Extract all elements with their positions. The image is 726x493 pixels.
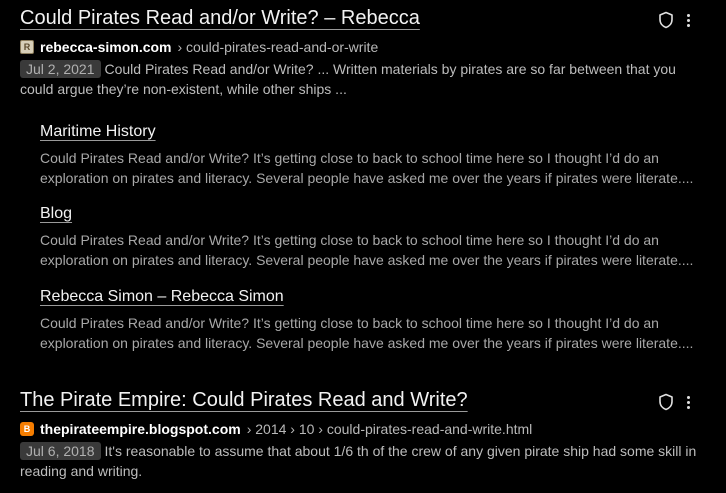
result-domain-link[interactable]: thepirateempire.blogspot.com (40, 421, 241, 437)
sitelink: Rebecca Simon – Rebecca Simon Could Pira… (40, 287, 700, 351)
date-badge: Jul 2, 2021 (20, 60, 101, 78)
blogger-favicon-icon: B (20, 422, 34, 436)
result-domain-link[interactable]: rebecca-simon.com (40, 39, 172, 55)
result-actions (658, 11, 690, 29)
sitelink-description: Could Pirates Read and/or Write? It’s ge… (40, 150, 694, 186)
more-options-icon[interactable] (686, 13, 690, 27)
more-options-icon[interactable] (686, 395, 690, 409)
sitelink-title-link[interactable]: Blog (40, 204, 72, 224)
search-result: Could Pirates Read and/or Write? – Rebec… (20, 6, 710, 366)
search-result: The Pirate Empire: Could Pirates Read an… (20, 388, 710, 493)
result-path: › 2014 › 10 › could-pirates-read-and-wri… (246, 421, 533, 437)
result-url: R rebecca-simon.com › could-pirates-read… (20, 39, 378, 55)
result-url: B thepirateempire.blogspot.com › 2014 › … (20, 421, 532, 437)
sitelink-title-link[interactable]: Rebecca Simon – Rebecca Simon (40, 287, 284, 307)
sitelink-description: Could Pirates Read and/or Write? It’s ge… (40, 315, 694, 351)
site-favicon-icon: R (20, 40, 34, 54)
result-title-link[interactable]: The Pirate Empire: Could Pirates Read an… (20, 388, 468, 412)
sitelink: Blog Could Pirates Read and/or Write? It… (40, 204, 700, 268)
result-snippet: Jul 6, 2018 It's reasonable to assume tha… (20, 441, 710, 481)
sitelink-description: Could Pirates Read and/or Write? It’s ge… (40, 232, 694, 268)
result-title-link[interactable]: Could Pirates Read and/or Write? – Rebec… (20, 6, 420, 30)
sitelink-title-link[interactable]: Maritime History (40, 122, 156, 142)
result-path: › could-pirates-read-and-or-write (177, 39, 379, 55)
snippet-text: It's reasonable to assume that about 1/6… (20, 443, 697, 479)
shield-icon[interactable] (658, 11, 674, 29)
result-snippet: Jul 2, 2021 Could Pirates Read and/or Wri… (20, 59, 710, 99)
sitelink: Maritime History Could Pirates Read and/… (40, 122, 700, 186)
result-actions (658, 393, 690, 411)
search-results-page: Could Pirates Read and/or Write? – Rebec… (0, 0, 726, 493)
shield-icon[interactable] (658, 393, 674, 411)
date-badge: Jul 6, 2018 (20, 442, 101, 460)
snippet-text: Could Pirates Read and/or Write? ... Wri… (20, 61, 676, 97)
